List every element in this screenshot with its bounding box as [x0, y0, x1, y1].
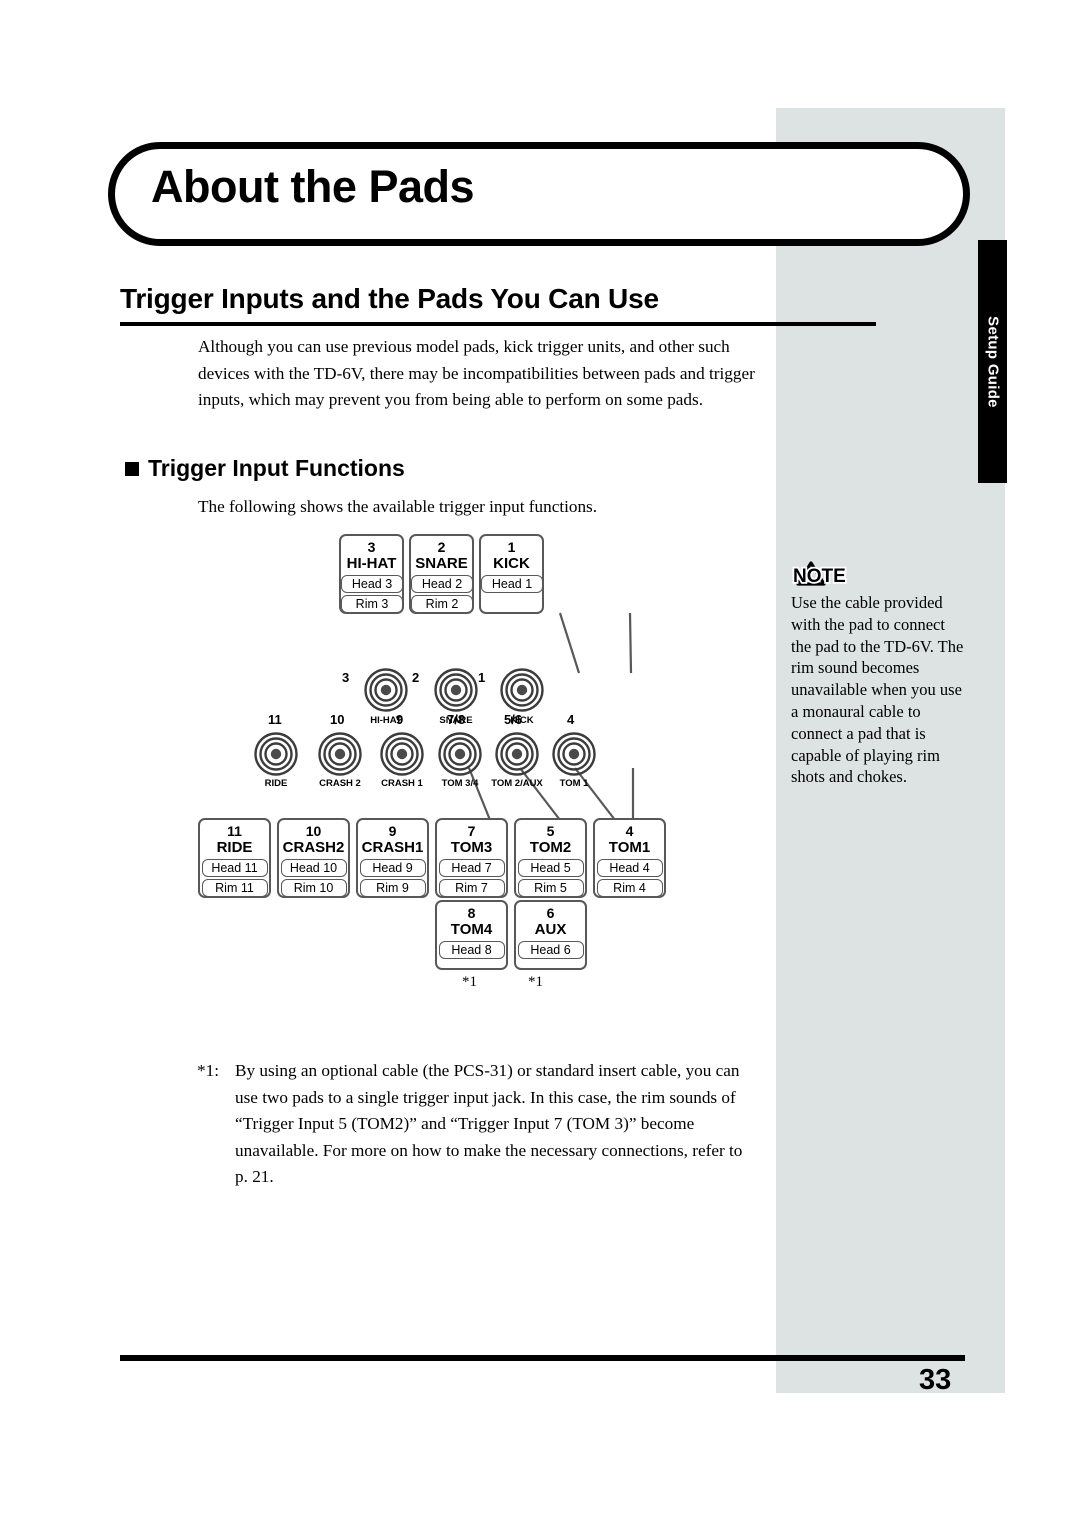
pad-name: TOM2: [529, 839, 572, 856]
square-bullet-icon: [125, 461, 139, 476]
pad-number: 1: [507, 539, 516, 555]
jack-hihat: [364, 668, 408, 712]
pad-name: RIDE: [216, 839, 253, 856]
footnote-block: *1: By using an optional cable (the PCS-…: [197, 1058, 759, 1191]
pad-number: 5: [546, 823, 555, 839]
svg-text:NOTE: NOTE: [793, 566, 846, 587]
footnote-marker: *1:: [197, 1061, 219, 1080]
pad-box-crash2: 10 CRASH2 Head 10 Rim 10: [277, 818, 350, 898]
jack-label-tom1: TOM 1: [559, 778, 589, 789]
jack-number-crash2: 10: [330, 712, 345, 727]
jack-number-crash1: 9: [396, 712, 404, 727]
pad-name: TOM4: [450, 921, 493, 938]
section-heading-rule: [120, 322, 876, 326]
pad-number: 8: [467, 905, 476, 921]
pad-chip-head: Head 7: [438, 859, 505, 877]
pad-chip-rim: Rim 3: [341, 595, 403, 613]
pad-chip-head: Head 6: [517, 941, 584, 959]
pad-chip-head: Head 2: [411, 575, 473, 593]
pad-chip-head: Head 5: [517, 859, 584, 877]
subsection-heading: Trigger Input Functions: [148, 455, 405, 481]
jack-crash2: [318, 732, 362, 776]
jack-number-tom2aux: 5/6: [504, 712, 523, 727]
pad-name: TOM3: [450, 839, 493, 856]
pad-number: 4: [625, 823, 634, 839]
jack-tom1: [552, 732, 596, 776]
note-triangle-icon: NOTE: [791, 559, 849, 589]
pad-box-snare: 2 SNARE Head 2 Rim 2: [409, 534, 474, 614]
pad-number: 9: [388, 823, 397, 839]
jack-number-tom1: 4: [567, 712, 575, 727]
pad-chip-head: Head 10: [280, 859, 347, 877]
note-block: NOTE Use the cable provided with the pad…: [791, 559, 969, 788]
footnote-text: By using an optional cable (the PCS-31) …: [235, 1061, 743, 1186]
jack-snare: [434, 668, 478, 712]
pad-chip-rim: Rim 10: [280, 879, 347, 897]
pad-number: 6: [546, 905, 555, 921]
jack-ride: [254, 732, 298, 776]
pad-number: 7: [467, 823, 476, 839]
pad-chip-rim: Rim 7: [438, 879, 505, 897]
pad-name: KICK: [493, 555, 530, 572]
pad-chip-head: Head 8: [438, 941, 505, 959]
footnote-marker-aux: *1: [528, 974, 543, 990]
side-tab-setup-guide: Setup Guide: [978, 240, 1007, 483]
intro-paragraph: Although you can use previous model pads…: [198, 337, 755, 409]
pad-box-crash1: 9 CRASH1 Head 9 Rim 9: [356, 818, 429, 898]
pad-box-tom2: 5 TOM2 Head 5 Rim 5: [514, 818, 587, 898]
note-text: Use the cable provided with the pad to c…: [791, 593, 964, 787]
pad-chip-rim: Rim 4: [596, 879, 663, 897]
subsection-paragraph: The following shows the available trigge…: [198, 497, 598, 516]
pad-name: AUX: [534, 921, 567, 938]
pad-name: CRASH2: [282, 839, 345, 856]
page-number: 33: [919, 1364, 952, 1396]
pad-number: 10: [305, 823, 322, 839]
jack-kick: [500, 668, 544, 712]
pad-number: 3: [367, 539, 376, 555]
jack-number-kick: 1: [478, 670, 486, 685]
pad-chip-rim: Rim 11: [201, 879, 268, 897]
pad-chip-head: Head 3: [341, 575, 403, 593]
pad-number: 2: [437, 539, 446, 555]
jack-number-hihat: 3: [342, 670, 350, 685]
subsection-heading-group: Trigger Input Functions: [125, 455, 405, 482]
pad-chip-head: Head 4: [596, 859, 663, 877]
pad-chip-rim: Rim 2: [411, 595, 473, 613]
pad-chip-rim: Rim 9: [359, 879, 426, 897]
pad-chip-rim: Rim 5: [517, 879, 584, 897]
jack-number-snare: 2: [412, 670, 420, 685]
pad-box-tom3: 7 TOM3 Head 7 Rim 7: [435, 818, 508, 898]
trigger-input-diagram: 3 HI-HAT Head 3 Rim 3 2 SNARE Head 2 Rim…: [190, 530, 666, 1010]
document-page: Setup Guide About the Pads Trigger Input…: [0, 0, 1080, 1528]
jack-number-ride: 11: [268, 712, 282, 727]
pad-box-tom4: 8 TOM4 Head 8: [435, 900, 508, 970]
side-tab-label: Setup Guide: [984, 315, 1001, 408]
pad-chip-head: Head 11: [201, 859, 268, 877]
pad-number: 11: [227, 823, 242, 839]
pad-name: CRASH1: [361, 839, 424, 856]
section-heading: Trigger Inputs and the Pads You Can Use: [120, 283, 659, 314]
footnote-marker-tom4: *1: [462, 974, 477, 990]
footer-rule: [120, 1355, 965, 1361]
pad-box-aux: 6 AUX Head 6: [514, 900, 587, 970]
jack-tom2aux: [495, 732, 539, 776]
pad-box-hihat: 3 HI-HAT Head 3 Rim 3: [339, 534, 404, 614]
jack-label-hihat: HI-HAT: [370, 715, 402, 726]
pad-name: HI-HAT: [346, 555, 397, 572]
jack-tom34: [438, 732, 482, 776]
jack-crash1: [380, 732, 424, 776]
chapter-title: About the Pads: [151, 161, 475, 212]
pad-chip-head: Head 1: [481, 575, 543, 593]
pad-name: TOM1: [608, 839, 651, 856]
jack-number-tom34: 7/8: [447, 712, 466, 727]
chapter-title-box: About the Pads: [108, 142, 970, 246]
pad-box-tom1: 4 TOM1 Head 4 Rim 4: [593, 818, 666, 898]
pad-box-ride: 11 RIDE Head 11 Rim 11: [198, 818, 271, 898]
pad-chip-head: Head 9: [359, 859, 426, 877]
pad-name: SNARE: [415, 555, 468, 572]
pad-box-kick: 1 KICK Head 1: [479, 534, 544, 614]
